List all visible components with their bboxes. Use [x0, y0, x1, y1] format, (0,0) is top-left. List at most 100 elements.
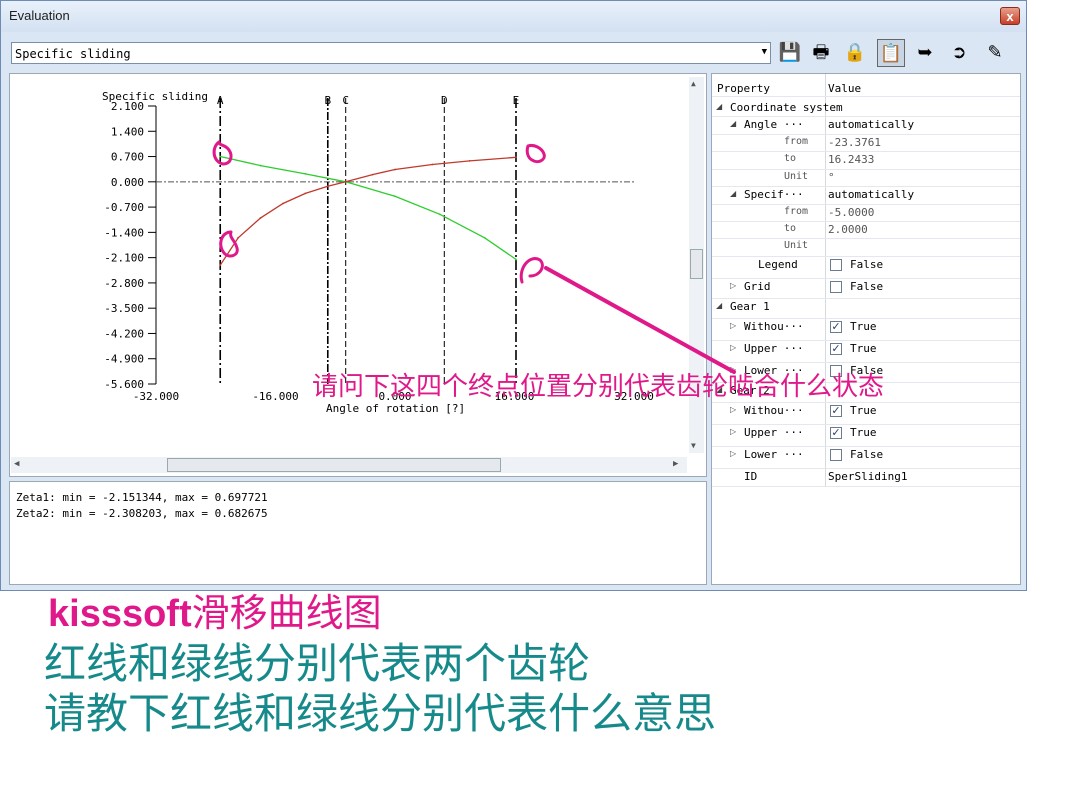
property-row[interactable]: to 16.2433	[712, 151, 1020, 170]
property-label: from	[784, 136, 809, 147]
properties-icon[interactable]: 📋	[877, 39, 905, 67]
expand-toggle-icon[interactable]: ◢	[730, 119, 736, 128]
y-tick-label: -4.900	[104, 353, 144, 366]
property-row[interactable]: ▷ Upper ··· ✓ True	[712, 340, 1020, 363]
horizontal-scroll-thumb[interactable]	[167, 458, 501, 472]
property-row[interactable]: ▷ Upper ··· ✓ True	[712, 424, 1020, 447]
property-label: Coordinate system	[730, 101, 843, 114]
property-value: True	[850, 426, 877, 439]
property-checkbox[interactable]	[830, 259, 842, 271]
property-value[interactable]: 16.2433	[828, 153, 874, 166]
title-bar[interactable]: Evaluation x	[1, 1, 1026, 32]
property-row[interactable]: ◢ Gear 1	[712, 298, 1020, 319]
expand-toggle-icon[interactable]: ▷	[730, 321, 736, 330]
expand-toggle-icon[interactable]: ▷	[730, 343, 736, 352]
property-label: from	[784, 206, 809, 217]
property-value[interactable]: °	[828, 171, 835, 184]
expand-toggle-icon[interactable]: ◢	[716, 102, 722, 111]
lock-icon[interactable]: 🔒	[841, 39, 869, 67]
property-checkbox[interactable]: ✓	[830, 343, 842, 355]
y-tick-label: -3.500	[104, 302, 144, 315]
scroll-left-icon[interactable]: ◀	[14, 459, 19, 469]
property-value: True	[850, 404, 877, 417]
chart-horizontal-scrollbar[interactable]: ◀ ▶	[11, 457, 687, 473]
property-checkbox[interactable]: ✓	[830, 321, 842, 333]
evaluation-type-dropdown[interactable]: Specific sliding ▼	[11, 42, 771, 64]
property-value[interactable]: automatically	[828, 118, 914, 131]
chart-title: Specific sliding	[102, 90, 208, 103]
property-value[interactable]: -5.0000	[828, 206, 874, 219]
property-row[interactable]: ▷ Withou··· ✓ True	[712, 318, 1020, 341]
export-icon[interactable]: ➥	[911, 39, 939, 67]
property-row[interactable]: ▷ Grid False	[712, 278, 1020, 299]
expand-toggle-icon[interactable]: ▷	[730, 281, 736, 290]
property-value[interactable]: SperSliding1	[828, 470, 907, 483]
series-point	[219, 264, 222, 267]
expand-toggle-icon[interactable]: ▷	[730, 427, 736, 436]
scroll-down-icon[interactable]: ▼	[691, 441, 696, 450]
title-annotation: kisssoft滑移曲线图	[48, 582, 382, 637]
marker-label: A	[217, 94, 224, 107]
arrow-right-icon[interactable]: ➲	[945, 39, 973, 67]
series-point	[304, 172, 307, 175]
marker-label: D	[441, 94, 448, 107]
property-grid-header: Property Value	[712, 82, 1020, 97]
property-row[interactable]: from -23.3761	[712, 134, 1020, 152]
y-tick-label: -2.100	[104, 252, 144, 265]
property-value[interactable]: automatically	[828, 188, 914, 201]
property-row[interactable]: ◢ Specif··· automatically	[712, 186, 1020, 205]
y-tick-label: -4.200	[104, 327, 144, 340]
close-button[interactable]: x	[1000, 7, 1020, 25]
property-label: Angle ···	[744, 118, 804, 131]
property-row[interactable]: from -5.0000	[712, 204, 1020, 222]
zeta1-result: Zeta1: min = -2.151344, max = 0.697721	[16, 491, 268, 504]
chart-panel: 2.100 1.400 0.700 0.000 -0.700 -1.400 -2.100 -2…	[9, 73, 707, 477]
y-tick-label: 0.700	[111, 151, 144, 164]
series-point	[237, 236, 240, 239]
y-tick-label: 1.400	[111, 125, 144, 138]
dropdown-arrow-icon[interactable]: ▼	[762, 47, 767, 57]
x-axis-label: Angle of rotation [?]	[326, 402, 465, 415]
question-annotation: 请问下这四个终点位置分别代表齿轮啮合什么状态	[312, 372, 885, 402]
marker-label: C	[342, 94, 349, 107]
property-row[interactable]: ◢ Angle ··· automatically	[712, 116, 1020, 135]
property-label: to	[784, 153, 797, 164]
property-label: Legend	[758, 258, 798, 271]
property-row[interactable]: Legend False	[712, 256, 1020, 279]
expand-toggle-icon[interactable]: ▷	[730, 449, 736, 458]
property-row[interactable]: ▷ Lower ··· False	[712, 446, 1020, 469]
property-row[interactable]: Unit	[712, 238, 1020, 257]
series-line-1	[220, 155, 517, 260]
series-point	[219, 155, 222, 158]
property-value[interactable]: 2.0000	[828, 223, 868, 236]
property-label: Gear 1	[730, 300, 770, 313]
property-row[interactable]: to 2.0000	[712, 221, 1020, 239]
print-icon[interactable]: 🖶	[807, 39, 835, 67]
y-tick-label: -0.700	[104, 201, 144, 214]
property-checkbox[interactable]	[830, 449, 842, 461]
expand-toggle-icon[interactable]: ▷	[730, 405, 736, 414]
property-grid: Property Value ◢ Coordinate system ◢ Angle …	[711, 73, 1021, 585]
property-checkbox[interactable]: ✓	[830, 405, 842, 417]
scroll-right-icon[interactable]: ▶	[673, 459, 678, 469]
property-checkbox[interactable]	[830, 281, 842, 293]
property-label: to	[784, 223, 797, 234]
series-point	[259, 217, 262, 219]
x-tick-label: -32.000	[133, 390, 179, 403]
property-checkbox[interactable]: ✓	[830, 427, 842, 439]
property-row[interactable]: Unit °	[712, 169, 1020, 187]
expand-toggle-icon[interactable]: ◢	[716, 301, 722, 310]
property-row[interactable]: ◢ Coordinate system	[712, 99, 1020, 117]
expand-toggle-icon[interactable]: ◢	[730, 189, 736, 198]
edit-icon[interactable]: ✎	[981, 39, 1009, 67]
property-row[interactable]: ▷ Withou··· ✓ True	[712, 402, 1020, 425]
save-icon[interactable]: 💾	[776, 39, 804, 67]
property-value[interactable]: -23.3761	[828, 136, 881, 149]
property-row[interactable]: ID SperSliding1	[712, 468, 1020, 487]
scroll-up-icon[interactable]: ▲	[691, 79, 696, 88]
vertical-scroll-thumb[interactable]	[690, 249, 703, 279]
y-tick-label: -1.400	[104, 226, 144, 239]
property-value: False	[850, 280, 884, 293]
series-point	[326, 185, 329, 188]
series-point	[394, 168, 396, 171]
